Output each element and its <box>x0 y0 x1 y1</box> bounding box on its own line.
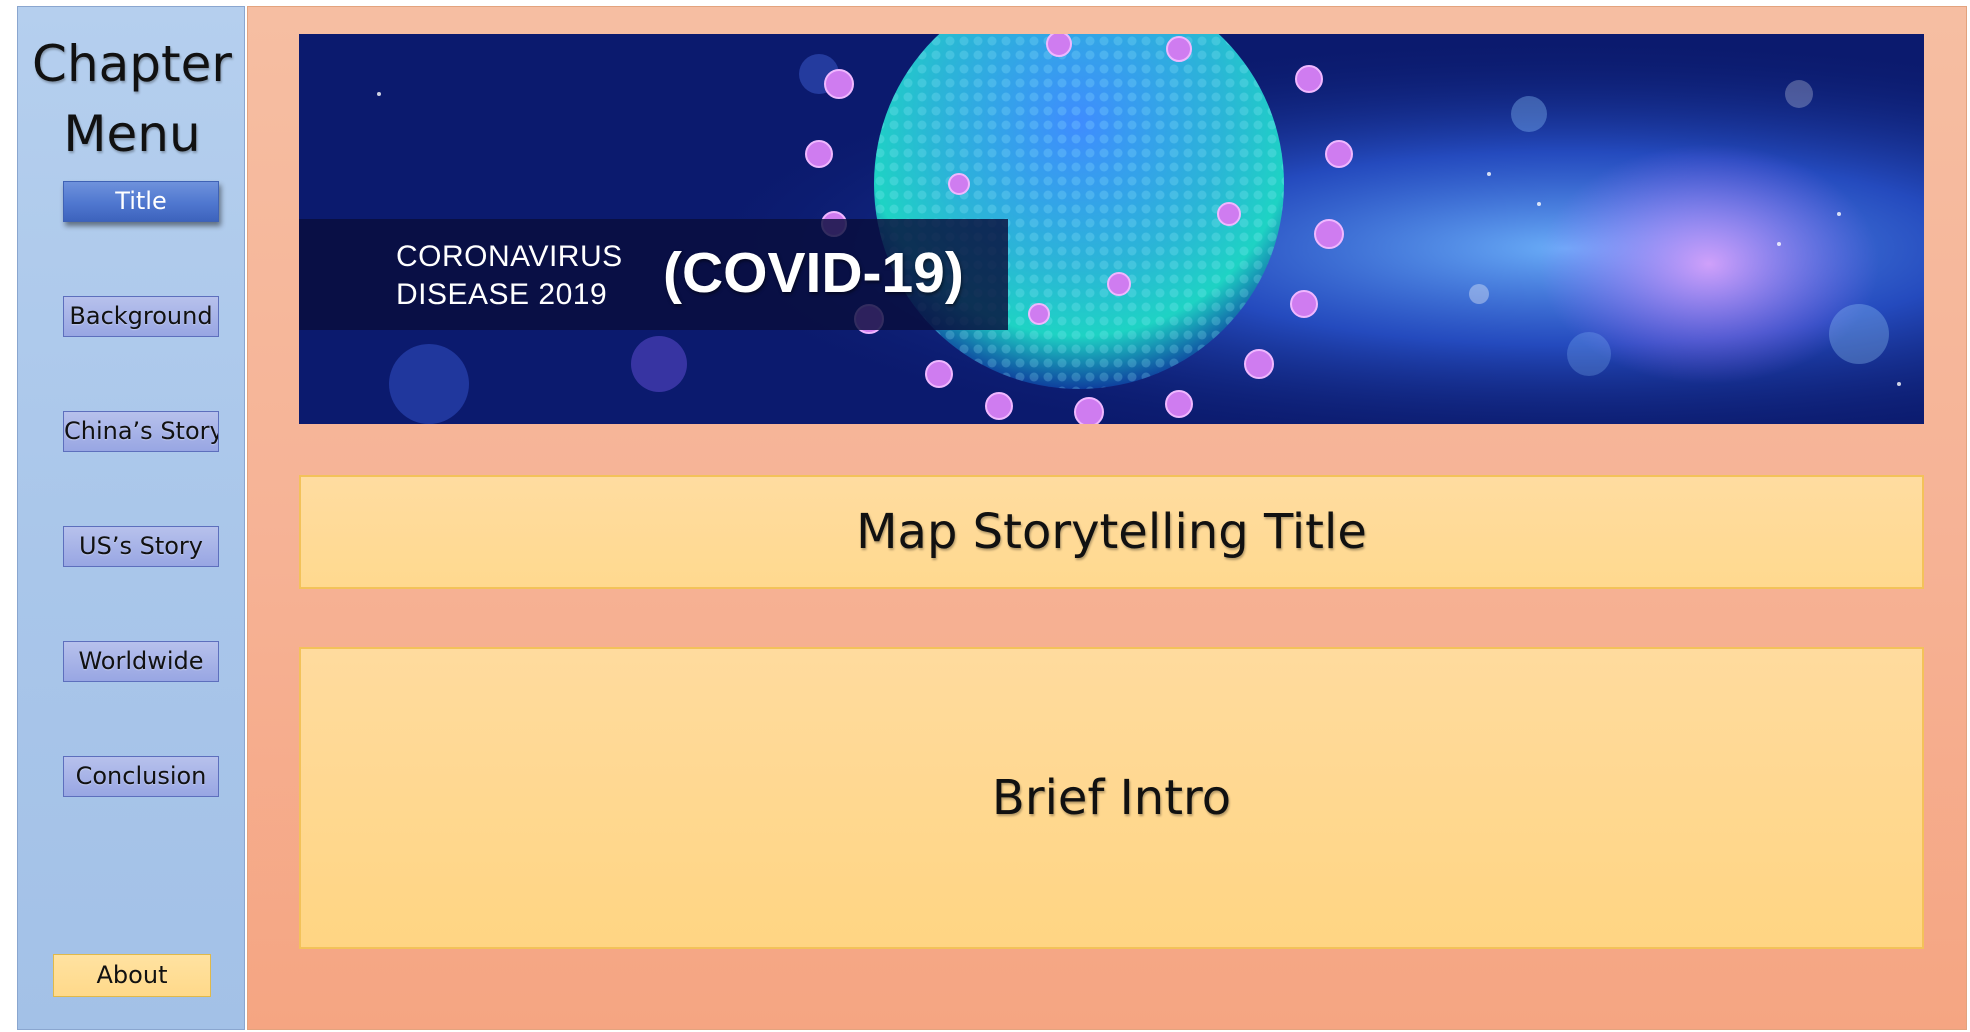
banner-line-coronavirus: CORONAVIRUS <box>396 240 623 273</box>
main-content-panel: CORONAVIRUS DISEASE 2019 (COVID-19) Map … <box>247 6 1967 1030</box>
menu-button-title[interactable]: Title <box>63 181 219 222</box>
menu-button-worldwide[interactable]: Worldwide <box>63 641 219 682</box>
brief-intro-box: Brief Intro <box>299 647 1924 949</box>
chapter-menu-heading: Chapter Menu <box>32 35 232 163</box>
chapter-menu-sidebar: Chapter Menu Title Background China’s St… <box>17 6 245 1030</box>
banner-covid-label: (COVID-19) <box>663 241 964 305</box>
menu-button-conclusion[interactable]: Conclusion <box>63 756 219 797</box>
menu-button-us-story[interactable]: US’s Story <box>63 526 219 567</box>
about-button[interactable]: About <box>53 954 211 997</box>
covid-banner-image: CORONAVIRUS DISEASE 2019 (COVID-19) <box>299 34 1924 424</box>
menu-button-chinas-story[interactable]: China’s Story <box>63 411 219 452</box>
banner-line-disease: DISEASE 2019 <box>396 278 608 311</box>
menu-button-background[interactable]: Background <box>63 296 219 337</box>
slide-canvas: Chapter Menu Title Background China’s St… <box>0 0 1970 1032</box>
story-title-box: Map Storytelling Title <box>299 475 1924 589</box>
